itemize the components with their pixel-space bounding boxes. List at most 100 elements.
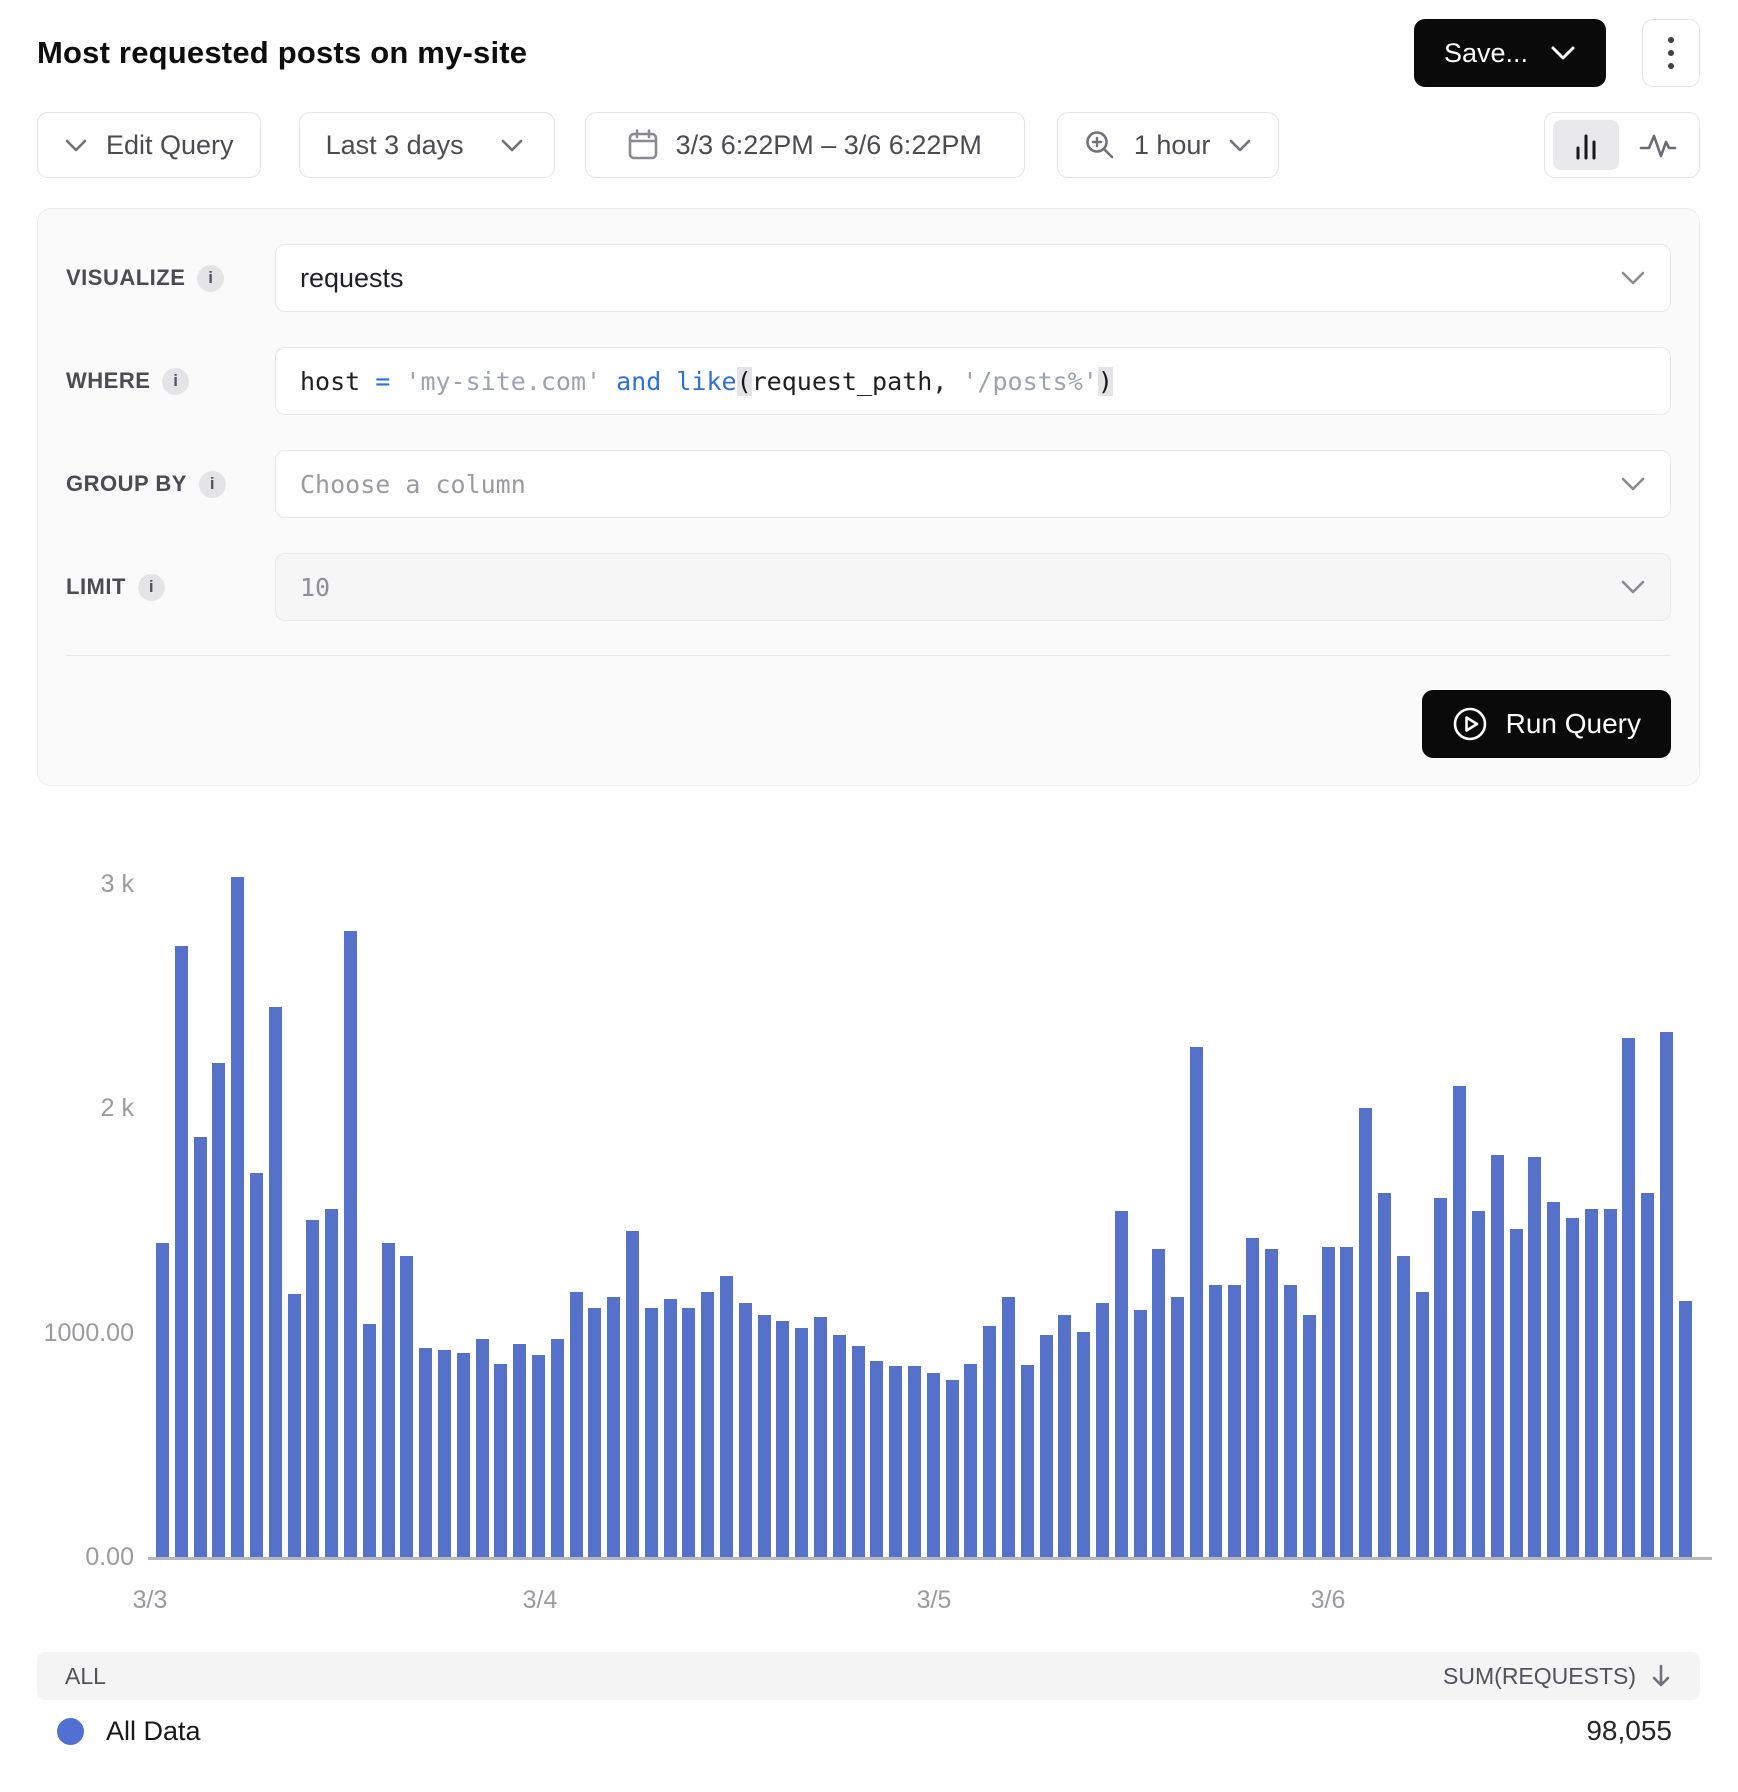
chart-bar[interactable] — [720, 1276, 733, 1557]
chart-bar[interactable] — [1209, 1285, 1222, 1557]
chart-bar[interactable] — [739, 1303, 752, 1557]
chart-bar[interactable] — [1340, 1247, 1353, 1557]
chart-bar[interactable] — [1021, 1365, 1034, 1557]
chart-bar[interactable] — [1397, 1256, 1410, 1557]
chart-bar[interactable] — [1491, 1155, 1504, 1557]
chart-bar[interactable] — [269, 1007, 282, 1557]
chart-bar[interactable] — [889, 1366, 902, 1557]
chart-bar[interactable] — [682, 1308, 695, 1557]
chart-bar[interactable] — [1284, 1285, 1297, 1557]
chart-bar[interactable] — [194, 1137, 207, 1557]
chart-bar[interactable] — [776, 1321, 789, 1557]
chart-bar[interactable] — [1528, 1157, 1541, 1557]
where-input[interactable]: host = 'my-site.com' and like(request_pa… — [275, 347, 1671, 415]
chart-bar[interactable] — [325, 1209, 338, 1557]
chart-bar[interactable] — [795, 1328, 808, 1557]
chart-bar[interactable] — [1641, 1193, 1654, 1557]
chart-bar[interactable] — [1679, 1301, 1692, 1557]
chart-bar[interactable] — [1622, 1038, 1635, 1557]
chart-bar[interactable] — [964, 1364, 977, 1557]
chart-bar[interactable] — [570, 1292, 583, 1557]
chart-bar[interactable] — [551, 1339, 564, 1557]
chart-bar[interactable] — [1416, 1292, 1429, 1557]
chart-bar[interactable] — [1152, 1249, 1165, 1557]
chart-bar[interactable] — [701, 1292, 714, 1557]
chart-bar[interactable] — [1604, 1209, 1617, 1557]
chart-bar[interactable] — [1040, 1335, 1053, 1557]
chart-bar[interactable] — [212, 1063, 225, 1557]
chart-bar[interactable] — [1510, 1229, 1523, 1557]
sum-column-header[interactable]: SUM(REQUESTS) — [1443, 1663, 1672, 1690]
info-icon[interactable]: i — [162, 368, 189, 395]
line-chart-toggle[interactable] — [1625, 120, 1691, 170]
chart-bar[interactable] — [382, 1243, 395, 1557]
chart-bar[interactable] — [1134, 1310, 1147, 1557]
chart-bar[interactable] — [175, 946, 188, 1557]
visualize-select[interactable]: requests — [275, 244, 1671, 312]
chart-bar[interactable] — [870, 1361, 883, 1557]
chart-bar[interactable] — [1115, 1211, 1128, 1557]
chart-bar[interactable] — [645, 1308, 658, 1557]
chart-bar[interactable] — [1660, 1032, 1673, 1557]
chart-bar[interactable] — [814, 1317, 827, 1557]
chart-bar[interactable] — [946, 1380, 959, 1557]
chart-bar[interactable] — [1077, 1332, 1090, 1557]
chart-bar[interactable] — [1359, 1108, 1372, 1557]
edit-query-button[interactable]: Edit Query — [37, 112, 261, 178]
info-icon[interactable]: i — [138, 574, 165, 601]
chart-bar[interactable] — [1058, 1315, 1071, 1557]
chart-bar[interactable] — [1303, 1315, 1316, 1557]
limit-select[interactable]: 10 — [275, 553, 1671, 621]
chart-bar[interactable] — [363, 1324, 376, 1557]
chart-bar[interactable] — [250, 1173, 263, 1557]
chart-bar[interactable] — [983, 1326, 996, 1557]
chart-bar[interactable] — [476, 1339, 489, 1557]
chart-bar[interactable] — [664, 1299, 677, 1557]
group-by-select[interactable]: Choose a column — [275, 450, 1671, 518]
more-options-button[interactable] — [1642, 19, 1700, 87]
chart-bar[interactable] — [852, 1346, 865, 1557]
chart-bar[interactable] — [457, 1353, 470, 1557]
info-icon[interactable]: i — [199, 471, 226, 498]
series-row[interactable]: All Data 98,055 — [37, 1700, 1700, 1762]
chart-bar[interactable] — [1246, 1238, 1259, 1557]
chart-bar[interactable] — [1453, 1086, 1466, 1557]
chart-bar[interactable] — [1472, 1211, 1485, 1557]
chart-bar[interactable] — [1585, 1209, 1598, 1557]
save-button[interactable]: Save... — [1414, 19, 1606, 87]
chart-bar[interactable] — [288, 1294, 301, 1557]
run-query-button[interactable]: Run Query — [1422, 690, 1671, 758]
chart-bar[interactable] — [1378, 1193, 1391, 1557]
chart-bar[interactable] — [1002, 1297, 1015, 1557]
chart-bar[interactable] — [908, 1366, 921, 1557]
chart-bar[interactable] — [1096, 1303, 1109, 1557]
chart-bar[interactable] — [494, 1364, 507, 1557]
chart-bar[interactable] — [626, 1231, 639, 1557]
chart-bar[interactable] — [1265, 1249, 1278, 1557]
chart-bar[interactable] — [400, 1256, 413, 1557]
time-range-select[interactable]: Last 3 days — [299, 112, 555, 178]
chart-bar[interactable] — [532, 1355, 545, 1557]
chart-bar[interactable] — [231, 877, 244, 1557]
chart-bar[interactable] — [1228, 1285, 1241, 1557]
chart-bar[interactable] — [306, 1220, 319, 1557]
chart-bar[interactable] — [1190, 1047, 1203, 1557]
chart-bar[interactable] — [1171, 1297, 1184, 1557]
chart-bar[interactable] — [758, 1315, 771, 1557]
chart-bar[interactable] — [588, 1308, 601, 1557]
chart-bar[interactable] — [1322, 1247, 1335, 1557]
chart-bar[interactable] — [1547, 1202, 1560, 1557]
chart-bar[interactable] — [1434, 1198, 1447, 1557]
chart-bar[interactable] — [438, 1350, 451, 1557]
bar-chart-toggle[interactable] — [1553, 120, 1619, 170]
chart-bar[interactable] — [419, 1348, 432, 1557]
granularity-select[interactable]: 1 hour — [1057, 112, 1280, 178]
chart-bar[interactable] — [513, 1344, 526, 1557]
chart-bar[interactable] — [833, 1335, 846, 1557]
chart-bar[interactable] — [607, 1297, 620, 1557]
chart-bar[interactable] — [927, 1373, 940, 1557]
chart-bar[interactable] — [344, 931, 357, 1557]
date-range-picker[interactable]: 3/3 6:22PM – 3/6 6:22PM — [585, 112, 1025, 178]
info-icon[interactable]: i — [197, 265, 224, 292]
chart-bar[interactable] — [156, 1243, 169, 1557]
